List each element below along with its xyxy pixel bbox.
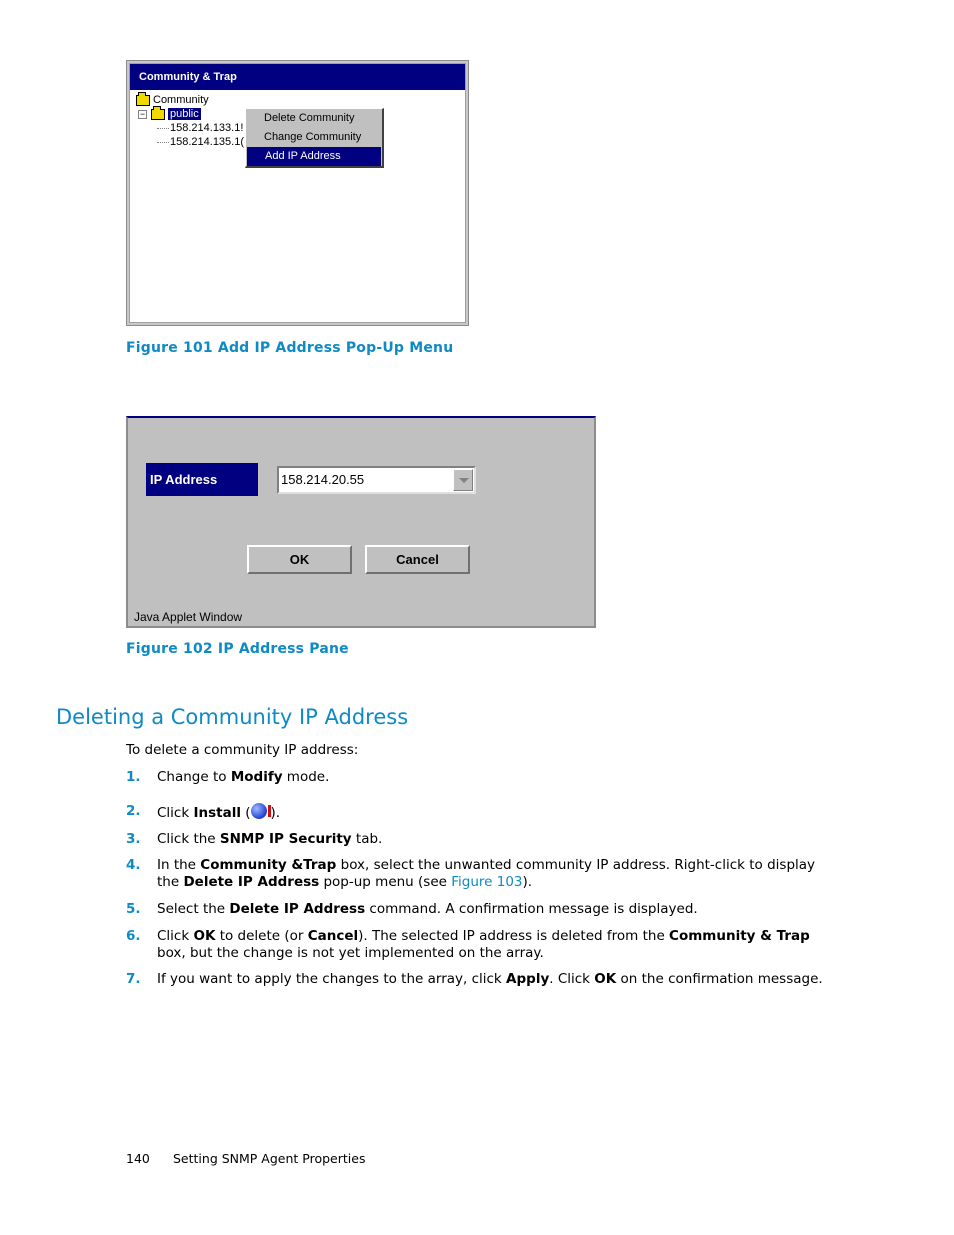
step-item: 5. Select the Delete IP Address command.… (126, 901, 826, 918)
step-text: Select the (157, 901, 230, 917)
tree-node-label: public (168, 108, 201, 120)
community-trap-panel: Community & Trap Community − public 158.2… (129, 63, 466, 323)
ui-term: Community &Trap (200, 857, 337, 873)
tree-leaf-ip[interactable]: 158.214.135.1( (157, 135, 244, 149)
ui-term: Apply (506, 971, 550, 987)
ip-address-combobox[interactable]: 158.214.20.55 (277, 466, 476, 494)
tree-connector (157, 141, 169, 143)
ui-term: SNMP IP Security (219, 831, 352, 847)
folder-icon (151, 105, 165, 120)
step-item: 4. In the Community &Trap box, select th… (126, 857, 826, 891)
step-number: 1. (126, 769, 141, 785)
step-item: 6. Click OK to delete (or Cancel). The s… (126, 928, 826, 962)
ok-button[interactable]: OK (247, 545, 352, 574)
step-item: 2. Click Install (). (126, 803, 826, 822)
step-text: Click the (157, 831, 220, 847)
step-item: 3. Click the SNMP IP Security tab. (126, 831, 826, 848)
menu-item-change-community[interactable]: Change Community (246, 128, 382, 147)
step-number: 4. (126, 857, 141, 873)
collapse-icon[interactable]: − (138, 109, 147, 119)
step-text: In the (157, 857, 201, 873)
step-text: tab. (351, 831, 383, 847)
chapter-title: Setting SNMP Agent Properties (173, 1151, 366, 1166)
page-number: 140 (126, 1151, 150, 1166)
step-text: mode. (282, 769, 330, 785)
cancel-button[interactable]: Cancel (365, 545, 470, 574)
step-number: 2. (126, 803, 141, 819)
tree-node-public[interactable]: − public (138, 105, 201, 121)
step-text: ( (240, 805, 251, 821)
step-text: on the confirmation message. (616, 971, 823, 987)
ui-term: Delete IP Address (183, 874, 320, 890)
figure-102-caption: Figure 102 IP Address Pane (126, 641, 349, 657)
step-number: 5. (126, 901, 141, 917)
step-text: pop-up menu (see (319, 874, 452, 890)
step-text: Change to (157, 769, 231, 785)
tree-node-label: Community (153, 94, 209, 106)
step-text: ). The selected IP address is deleted fr… (358, 928, 670, 944)
step-text: If you want to apply the changes to the … (157, 971, 507, 987)
ui-term: Community & Trap (669, 928, 810, 944)
step-text: Click (157, 805, 194, 821)
ui-term: Modify (230, 769, 283, 785)
ip-address-label: IP Address (146, 463, 258, 496)
step-item: 7. If you want to apply the changes to t… (126, 971, 826, 988)
ip-address-pane: IP Address 158.214.20.55 OK Cancel Java … (126, 416, 596, 628)
section-heading: Deleting a Community IP Address (56, 705, 409, 729)
step-item: 1. Change to Modify mode. (126, 769, 826, 786)
applet-status-text: Java Applet Window (134, 610, 243, 624)
tree-node-community[interactable]: Community (136, 91, 209, 107)
step-text: ). (270, 805, 281, 821)
step-number: 3. (126, 831, 141, 847)
tree-leaf-ip[interactable]: 158.214.133.1! (157, 121, 243, 135)
ui-term: Delete IP Address (229, 901, 366, 917)
ip-address-value: 158.214.20.55 (281, 472, 365, 487)
step-text: command. A confirmation message is displ… (365, 901, 698, 917)
figure-101-caption: Figure 101 Add IP Address Pop-Up Menu (126, 340, 454, 356)
tree-leaf-label: 158.214.135.1( (170, 136, 245, 148)
community-trap-window: Community & Trap Community − public 158.2… (126, 60, 469, 326)
ui-term: Install (193, 805, 241, 821)
step-text: to delete (or (215, 928, 308, 944)
step-text: Click (157, 928, 194, 944)
intro-text: To delete a community IP address: (126, 742, 359, 758)
folder-icon (136, 91, 150, 106)
context-menu: Delete Community Change Community Add IP… (245, 108, 384, 168)
menu-item-add-ip-address[interactable]: Add IP Address (247, 147, 381, 166)
step-text: . Click (549, 971, 595, 987)
install-icon (250, 803, 271, 819)
ui-term: Cancel (307, 928, 359, 944)
dropdown-arrow-icon[interactable] (453, 469, 473, 491)
ui-term: OK (594, 971, 617, 987)
step-number: 7. (126, 971, 141, 987)
tree-connector (157, 127, 169, 129)
step-text: ). (522, 874, 533, 890)
ui-term: OK (193, 928, 216, 944)
tree-leaf-label: 158.214.133.1! (170, 122, 244, 134)
menu-item-delete-community[interactable]: Delete Community (246, 109, 382, 128)
step-number: 6. (126, 928, 141, 944)
figure-103-link[interactable]: Figure 103 (451, 874, 522, 890)
step-text: box, but the change is not yet implement… (157, 945, 544, 961)
window-title: Community & Trap (130, 64, 465, 90)
